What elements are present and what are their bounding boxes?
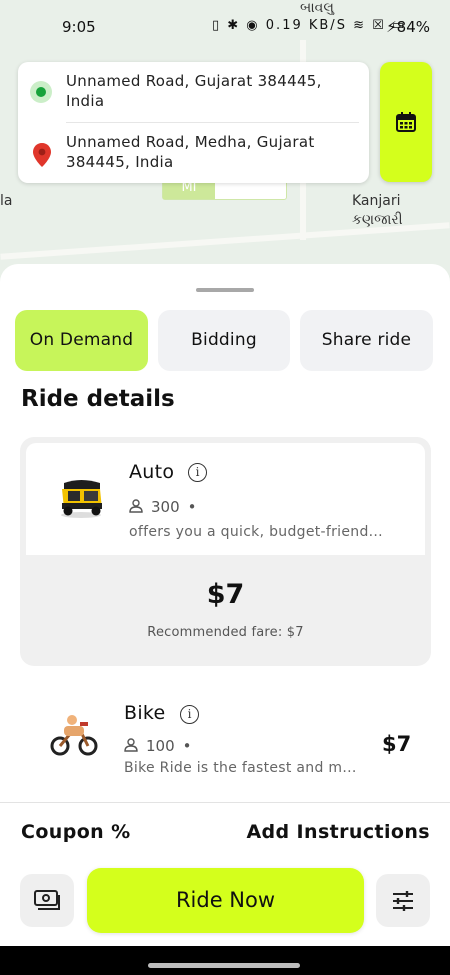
vehicle-card-auto[interactable]: Auto i 300 • offers you a quick, budget-f… <box>20 437 431 666</box>
map-label-left: la <box>0 193 13 209</box>
origin-address: Unnamed Road, Gujarat 384445, India <box>66 72 322 110</box>
info-icon[interactable]: i <box>180 705 199 724</box>
tab-bidding[interactable]: Bidding <box>158 310 290 371</box>
fare-price: $7 <box>382 732 412 756</box>
origin-field[interactable]: Unnamed Road, Gujarat 384445, India <box>18 62 369 122</box>
fare-price: $7 <box>206 579 245 610</box>
wallet-icon <box>34 890 60 910</box>
bottom-sheet: On Demand Bidding Share ride Ride detail… <box>0 264 450 975</box>
ride-type-tabs: On Demand Bidding Share ride <box>15 310 433 372</box>
system-nav-bar <box>0 946 450 975</box>
tab-on-demand[interactable]: On Demand <box>15 310 148 371</box>
destination-address: Unnamed Road, Medha, Gujarat 384445, Ind… <box>66 133 315 171</box>
add-instructions-link[interactable]: Add Instructions <box>246 821 430 843</box>
info-icon[interactable]: i <box>188 463 207 482</box>
person-icon <box>124 738 138 752</box>
ride-preferences-button[interactable] <box>376 874 430 927</box>
capacity-value: 100 <box>146 737 175 755</box>
capacity-value: 300 <box>151 498 180 516</box>
footer-divider <box>0 802 450 803</box>
destination-pin-icon <box>33 143 51 167</box>
vehicle-card-header: Auto i 300 • offers you a quick, budget-f… <box>26 443 425 555</box>
status-time: 9:05 <box>62 18 96 36</box>
battery-indicator: ⚡84% <box>386 18 430 36</box>
status-indicators: ▯ ✱ ◉ 0.19 KB/S ≋ ☒ ▭ <box>212 18 407 33</box>
payment-method-button[interactable] <box>20 874 74 927</box>
bike-image <box>50 715 98 756</box>
ride-now-button[interactable]: Ride Now <box>87 868 364 933</box>
vehicle-capacity: 300 • <box>129 498 197 516</box>
status-bar: 9:05 ▯ ✱ ◉ 0.19 KB/S ≋ ☒ ▭ ⚡84% <box>0 0 450 56</box>
meta-bullet: • <box>187 498 197 516</box>
origin-pin-icon <box>30 81 52 103</box>
vehicle-name: Auto <box>129 461 175 483</box>
route-card: Unnamed Road, Gujarat 384445, India Unna… <box>18 62 369 183</box>
calendar-icon <box>396 112 416 132</box>
map-place-name-local: કણજારી <box>352 212 403 228</box>
vehicle-description: Bike Ride is the fastest and m... <box>124 760 357 776</box>
map-place-name: Kanjari <box>352 193 401 209</box>
person-icon <box>129 499 143 513</box>
auto-rickshaw-image <box>61 480 102 518</box>
sheet-drag-handle[interactable] <box>196 288 254 292</box>
section-title: Ride details <box>21 386 175 412</box>
vehicle-description: offers you a quick, budget-friend... <box>129 524 383 540</box>
coupon-link[interactable]: Coupon % <box>21 821 131 843</box>
destination-field[interactable]: Unnamed Road, Medha, Gujarat 384445, Ind… <box>18 123 369 183</box>
vehicle-capacity: 100 • <box>124 737 192 755</box>
vehicle-name: Bike <box>124 702 166 724</box>
filter-icon <box>393 891 413 911</box>
home-gesture-bar[interactable] <box>148 963 300 968</box>
meta-bullet: • <box>182 737 192 755</box>
tab-share-ride[interactable]: Share ride <box>300 310 433 371</box>
schedule-button[interactable] <box>380 62 432 182</box>
recommended-fare: Recommended fare: $7 <box>147 625 304 640</box>
